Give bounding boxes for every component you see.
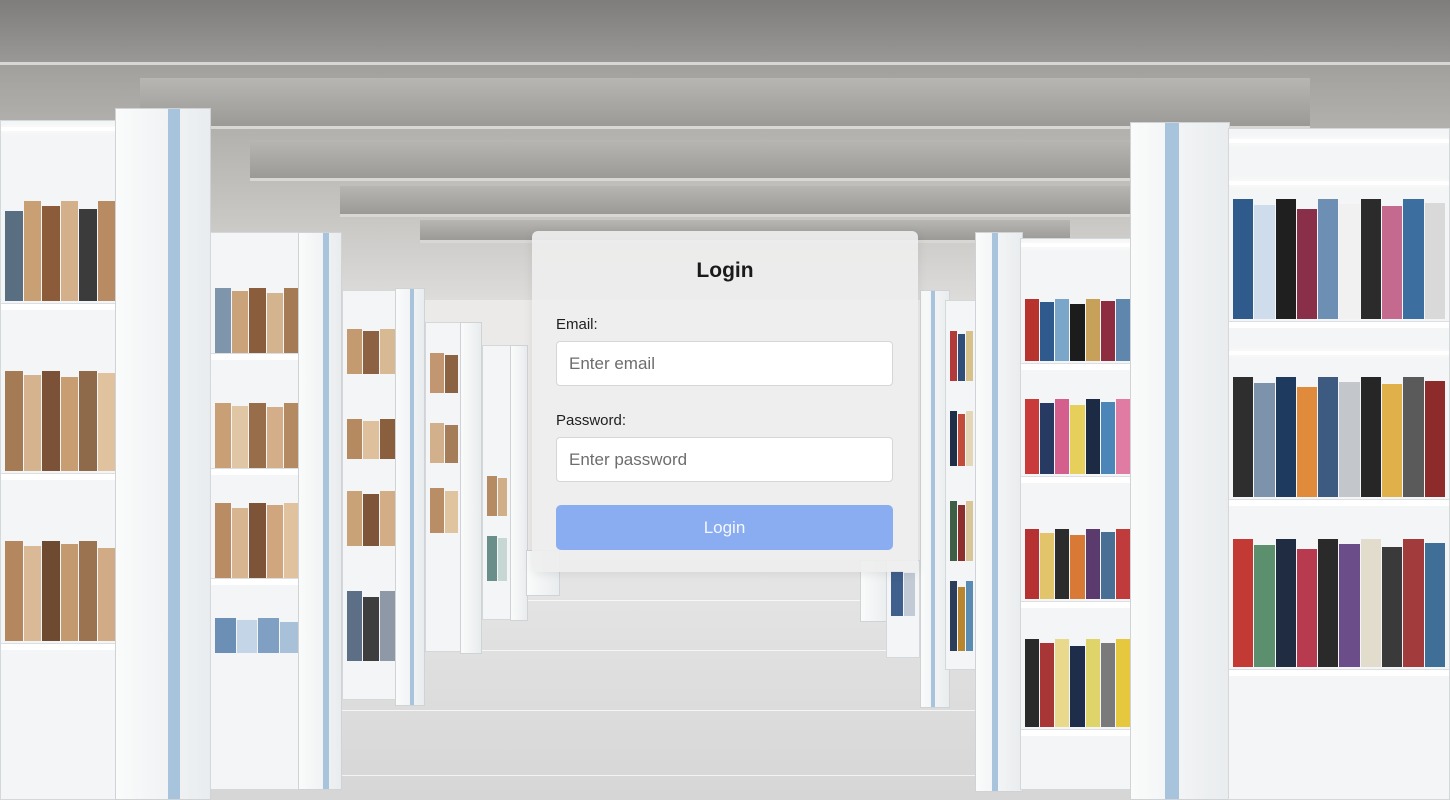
email-field[interactable]: [556, 341, 893, 386]
book-row: [1233, 199, 1445, 319]
shelf-end-panel: [115, 108, 211, 800]
book-row: [215, 503, 301, 578]
book-row: [347, 329, 395, 374]
book-row: [950, 581, 973, 651]
book-row: [1025, 299, 1130, 361]
login-page: Login Email: Password: Login: [0, 0, 1450, 800]
book-row: [215, 618, 300, 653]
book-row: [5, 541, 115, 641]
book-row: [487, 536, 507, 581]
book-row: [950, 331, 973, 381]
login-form: Login Email: Password: Login: [532, 231, 918, 572]
shelf-plank: [1, 473, 119, 480]
bookshelf: [1020, 238, 1135, 790]
shelf-stripe: [168, 109, 180, 799]
shelf-plank: [211, 578, 304, 585]
shelf-plank: [1021, 476, 1134, 483]
book-row: [950, 501, 973, 561]
book-row: [487, 476, 507, 516]
book-row: [430, 488, 458, 533]
shelf-plank: [1229, 669, 1449, 676]
email-label: Email:: [556, 316, 598, 333]
shelf-plank: [211, 468, 304, 475]
shelf-plank: [1229, 321, 1449, 328]
ceiling-beam: [340, 186, 1130, 217]
shelf-plank: [1021, 363, 1134, 370]
shelf-plank: [211, 353, 304, 360]
shelf-light: [1229, 181, 1449, 185]
shelf-end-panel: [460, 322, 482, 654]
book-row: [5, 371, 115, 471]
bookshelf: [945, 300, 978, 670]
shelf-stripe: [931, 291, 935, 707]
book-row: [347, 419, 395, 459]
shelf-plank: [1, 303, 119, 310]
shelf-light: [1229, 351, 1449, 355]
shelf-stripe: [410, 289, 414, 705]
book-row: [1025, 529, 1130, 599]
login-title: Login: [696, 259, 754, 282]
book-row: [347, 491, 395, 546]
shelf-light: [1229, 139, 1449, 143]
bookshelf: [0, 120, 120, 800]
password-field[interactable]: [556, 437, 893, 482]
bookshelf: [1228, 128, 1450, 800]
book-row: [430, 423, 458, 463]
bookshelf: [342, 290, 400, 700]
shelf-end-panel: [975, 232, 1023, 792]
ceiling-beam: [0, 0, 1450, 65]
bookshelf: [886, 560, 920, 658]
shelf-stripe: [992, 233, 998, 791]
shelf-stripe: [1165, 123, 1179, 799]
shelf-end-panel: [298, 232, 342, 790]
shelf-light: [1021, 243, 1134, 247]
bookshelf: [210, 232, 305, 790]
shelf-end-panel: [1130, 122, 1230, 800]
book-row: [1233, 377, 1445, 497]
shelf-plank: [1, 643, 119, 650]
shelf-plank: [1021, 729, 1134, 736]
shelf-light: [1, 127, 119, 131]
shelf-plank: [1229, 499, 1449, 506]
password-label: Password:: [556, 412, 627, 429]
book-row: [1233, 539, 1445, 667]
book-row: [215, 403, 301, 468]
book-row: [891, 571, 915, 616]
book-row: [1025, 639, 1130, 727]
ceiling-beam: [250, 140, 1200, 181]
book-row: [347, 591, 395, 661]
book-row: [430, 353, 458, 393]
book-row: [950, 411, 973, 466]
bookshelf: [425, 322, 463, 652]
shelf-end-panel: [395, 288, 425, 706]
shelf-stripe: [323, 233, 329, 789]
login-button[interactable]: Login: [556, 505, 893, 550]
book-row: [215, 288, 301, 353]
book-row: [5, 201, 115, 301]
book-row: [1025, 399, 1130, 474]
shelf-plank: [1021, 601, 1134, 608]
bookshelf: [482, 345, 512, 620]
